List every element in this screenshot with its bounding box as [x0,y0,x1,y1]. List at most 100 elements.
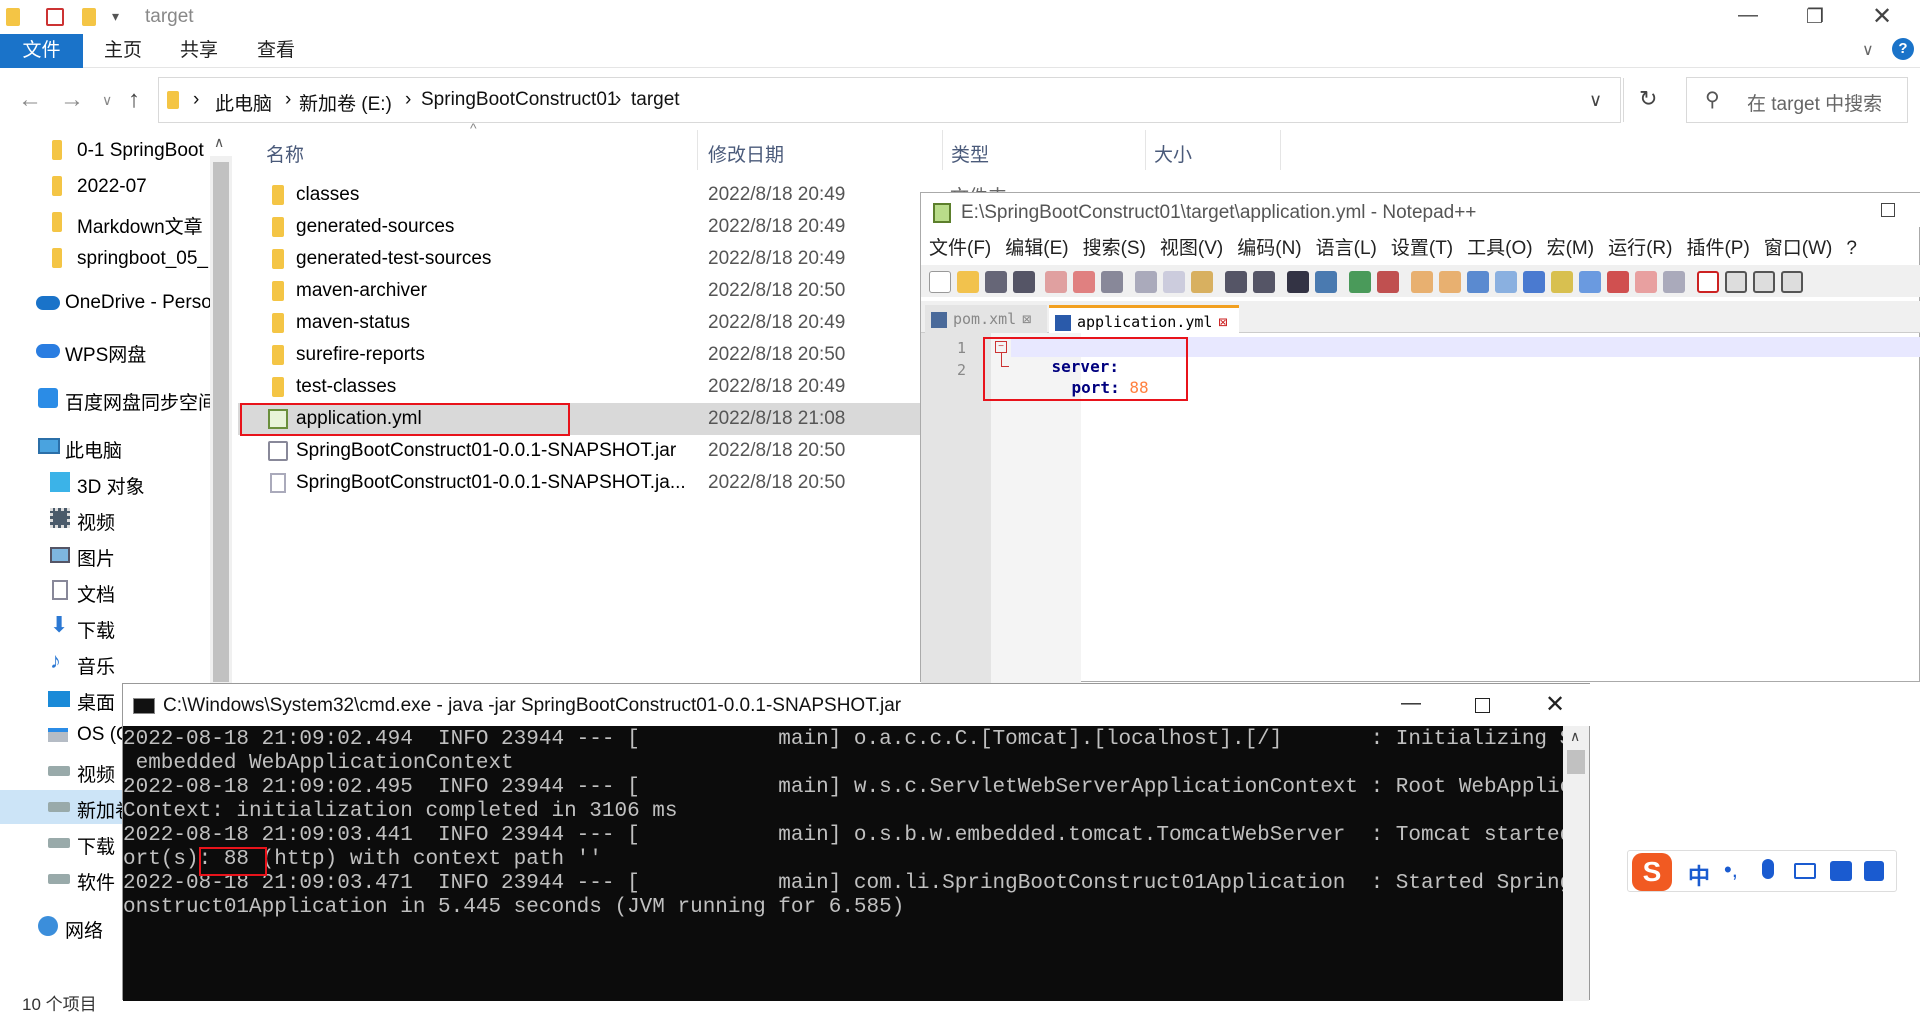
record-macro-icon[interactable] [1697,271,1719,293]
close-icon[interactable]: ✕ [1872,2,1892,31]
file-row[interactable]: maven-archiver 2022/8/18 20:50 [238,275,920,307]
sidebar-item-quick-1[interactable]: 2022-07 [0,170,210,204]
menu-edit[interactable]: 编辑(E) [1005,238,1068,259]
tab-view[interactable]: 查看 [237,34,315,68]
menu-macro[interactable]: 宏(M) [1547,238,1594,259]
sidebar-item-quick-3[interactable]: springboot_05_ [0,242,210,276]
sidebar-scroll-thumb[interactable] [213,162,229,682]
sidebar-item-downloads[interactable]: ⬇ 下载 [0,610,210,644]
zoom-out-icon[interactable] [1377,271,1399,293]
menu-file[interactable]: 文件(F) [929,238,991,259]
sidebar-item-wps[interactable]: WPS网盘 [0,334,210,368]
run-macro-multiple-icon[interactable] [1781,271,1803,293]
new-file-icon[interactable] [929,271,951,293]
menu-language[interactable]: 语言(L) [1316,238,1377,259]
tab-pom-xml[interactable]: pom.xml ⊠ [925,305,1047,333]
tab-close-icon[interactable]: ⊠ [1218,313,1227,331]
sidebar-item-this-pc[interactable]: 此电脑 [0,430,210,464]
sidebar-item-pictures[interactable]: 图片 [0,538,210,572]
cmd-scrollbar[interactable]: ∧ [1563,726,1589,1001]
punctuation-icon[interactable]: •, [1724,857,1738,883]
menu-plugins[interactable]: 插件(P) [1686,238,1749,259]
copy-icon[interactable] [1163,271,1185,293]
tab-home[interactable]: 主页 [84,34,162,68]
menu-run[interactable]: 运行(R) [1608,238,1672,259]
close-icon[interactable]: ✕ [1545,690,1565,719]
chevron-down-icon[interactable]: ▾ [112,8,119,25]
help-icon[interactable]: ? [1892,38,1914,60]
save-icon[interactable] [985,271,1007,293]
paste-icon[interactable] [1191,271,1213,293]
file-row[interactable]: SpringBootConstruct01-0.0.1-SNAPSHOT.jar… [238,435,920,467]
address-bar[interactable]: › 此电脑 › 新加卷 (E:) › SpringBootConstruct01… [158,77,1657,123]
expand-ribbon-icon[interactable]: ∨ [1862,40,1874,60]
show-all-chars-icon[interactable] [1495,271,1517,293]
play-macro-icon[interactable] [1753,271,1775,293]
sidebar-item-music[interactable]: ♪ 音乐 [0,646,210,680]
minimize-icon[interactable]: — [1738,4,1758,27]
breadcrumb-drive-e[interactable]: 新加卷 (E:) [299,89,392,116]
properties-icon[interactable] [46,8,64,26]
sidebar-item-onedrive[interactable]: OneDrive - Perso [0,286,210,320]
forward-arrow-icon[interactable]: → [60,86,84,114]
indent-guide-icon[interactable] [1523,271,1545,293]
maximize-icon[interactable] [1475,698,1490,713]
sidebar-item-videos[interactable]: 视频 [0,502,210,536]
toolbox-grid-icon[interactable] [1864,861,1884,881]
sync-horizontal-icon[interactable] [1439,271,1461,293]
back-arrow-icon[interactable]: ← [18,86,42,114]
search-box[interactable]: ⚲ 在 target 中搜索 [1686,77,1908,123]
close-file-icon[interactable] [1045,271,1067,293]
breadcrumb-target[interactable]: target [631,89,680,111]
scroll-up-icon[interactable]: ∧ [1570,728,1580,745]
refresh-icon[interactable]: ↻ [1639,86,1657,112]
maximize-icon[interactable] [1881,203,1895,217]
breadcrumb-this-pc[interactable]: 此电脑 [215,89,272,116]
sidebar-item-quick-2[interactable]: Markdown文章 [0,206,210,240]
sidebar-item-documents[interactable]: 文档 [0,574,210,608]
find-icon[interactable] [1287,271,1309,293]
up-arrow-icon[interactable]: ↑ [128,86,140,114]
open-file-icon[interactable] [957,271,979,293]
tab-file[interactable]: 文件 [0,34,83,68]
menu-help[interactable]: ? [1846,238,1857,259]
stop-macro-icon[interactable] [1725,271,1747,293]
column-header-size[interactable]: 大小 [1154,140,1192,180]
menu-tools[interactable]: 工具(O) [1467,238,1532,259]
folder-workspace-icon[interactable] [1607,271,1629,293]
file-row[interactable]: classes 2022/8/18 20:49 [238,179,920,211]
menu-search[interactable]: 搜索(S) [1083,238,1146,259]
eye-icon[interactable] [1663,271,1685,293]
column-header-name[interactable]: 名称 [266,140,304,180]
menu-window[interactable]: 窗口(W) [1764,238,1833,259]
function-list-icon[interactable] [1579,271,1601,293]
sidebar-item-baidu[interactable]: 百度网盘同步空间 [0,382,210,416]
sogou-logo-icon[interactable]: S [1632,853,1672,891]
column-header-type[interactable]: 类型 [951,140,989,180]
tab-share[interactable]: 共享 [160,34,238,68]
breadcrumb-project[interactable]: SpringBootConstruct01 [421,89,617,111]
cmd-scroll-thumb[interactable] [1567,750,1585,774]
redo-icon[interactable] [1253,271,1275,293]
replace-icon[interactable] [1315,271,1337,293]
cut-icon[interactable] [1135,271,1157,293]
save-all-icon[interactable] [1013,271,1035,293]
cmd-console-output[interactable]: 2022-08-18 21:09:02.494 INFO 23944 --- [… [123,726,1563,1001]
word-wrap-icon[interactable] [1467,271,1489,293]
scroll-up-icon[interactable]: ∧ [214,134,224,151]
menu-encoding[interactable]: 编码(N) [1237,238,1301,259]
tab-application-yml[interactable]: application.yml ⊠ [1049,305,1239,333]
undo-icon[interactable] [1225,271,1247,293]
zoom-in-icon[interactable] [1349,271,1371,293]
sidebar-item-quick-0[interactable]: 0-1 SpringBoot [0,134,210,168]
print-icon[interactable] [1101,271,1123,293]
new-folder-icon[interactable] [82,8,96,26]
monitoring-icon[interactable] [1635,271,1657,293]
file-row[interactable]: surefire-reports 2022/8/18 20:50 [238,339,920,371]
skin-shirt-icon[interactable] [1830,861,1852,881]
doc-map-icon[interactable] [1551,271,1573,293]
tab-close-icon[interactable]: ⊠ [1022,310,1031,328]
file-row[interactable]: maven-status 2022/8/18 20:49 [238,307,920,339]
keyboard-icon[interactable] [1794,863,1816,879]
microphone-icon[interactable] [1762,859,1774,879]
